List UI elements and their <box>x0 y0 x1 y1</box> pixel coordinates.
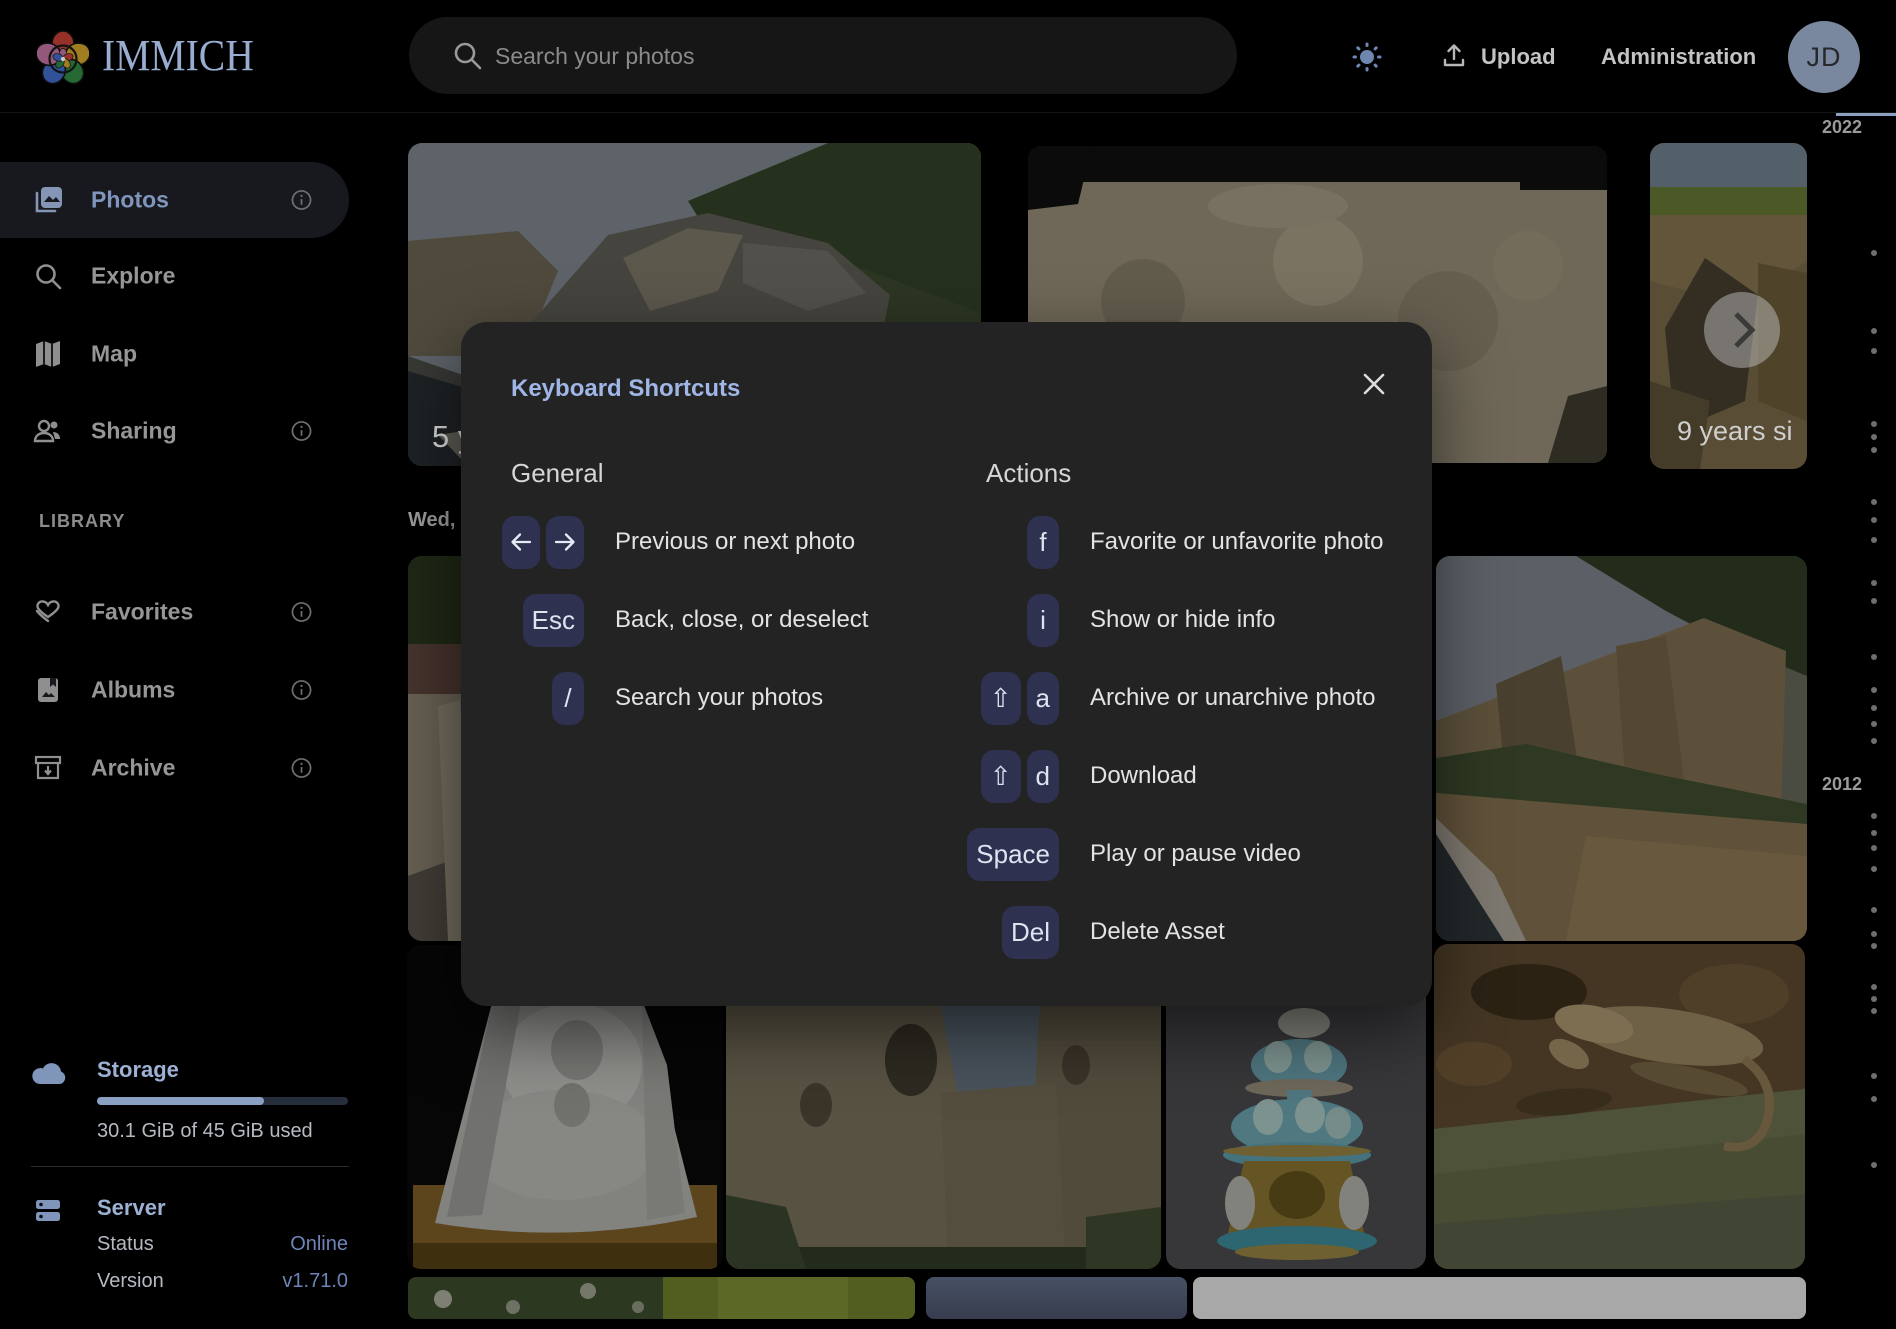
svg-text:9 years si: 9 years si <box>1677 416 1793 446</box>
